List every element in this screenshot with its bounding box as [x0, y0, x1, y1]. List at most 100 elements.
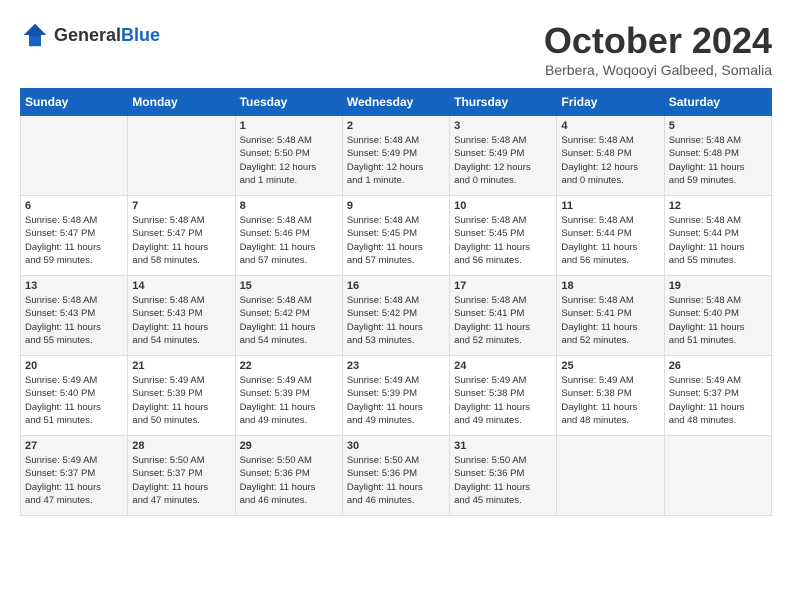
day-info: Sunrise: 5:50 AM Sunset: 5:36 PM Dayligh… [454, 454, 552, 507]
day-info: Sunrise: 5:48 AM Sunset: 5:44 PM Dayligh… [561, 214, 659, 267]
calendar-cell: 17 Sunrise: 5:48 AM Sunset: 5:41 PM Dayli… [450, 276, 557, 356]
calendar-header-row: SundayMondayTuesdayWednesdayThursdayFrid… [21, 89, 772, 116]
calendar-cell: 20 Sunrise: 5:49 AM Sunset: 5:40 PM Dayli… [21, 356, 128, 436]
day-number: 31 [454, 440, 552, 452]
day-info: Sunrise: 5:48 AM Sunset: 5:48 PM Dayligh… [669, 134, 767, 187]
day-number: 26 [669, 360, 767, 372]
calendar-cell: 22 Sunrise: 5:49 AM Sunset: 5:39 PM Dayli… [235, 356, 342, 436]
day-number: 13 [25, 280, 123, 292]
month-title: October 2024 [544, 20, 772, 62]
calendar-cell: 2Sunrise: 5:48 AM Sunset: 5:49 PM Daylig… [342, 116, 449, 196]
day-info: Sunrise: 5:48 AM Sunset: 5:47 PM Dayligh… [132, 214, 230, 267]
day-number: 28 [132, 440, 230, 452]
day-number: 29 [240, 440, 338, 452]
day-info: Sunrise: 5:49 AM Sunset: 5:39 PM Dayligh… [240, 374, 338, 427]
calendar-cell: 9 Sunrise: 5:48 AM Sunset: 5:45 PM Daylig… [342, 196, 449, 276]
logo: GeneralBlue [20, 20, 160, 50]
calendar-cell: 24Sunrise: 5:49 AM Sunset: 5:38 PM Dayli… [450, 356, 557, 436]
day-number: 7 [132, 200, 230, 212]
calendar-cell: 26 Sunrise: 5:49 AM Sunset: 5:37 PM Dayli… [664, 356, 771, 436]
calendar-cell: 7 Sunrise: 5:48 AM Sunset: 5:47 PM Daylig… [128, 196, 235, 276]
calendar-cell: 5 Sunrise: 5:48 AM Sunset: 5:48 PM Daylig… [664, 116, 771, 196]
day-info: Sunrise: 5:48 AM Sunset: 5:45 PM Dayligh… [347, 214, 445, 267]
calendar-cell: 12 Sunrise: 5:48 AM Sunset: 5:44 PM Dayli… [664, 196, 771, 276]
calendar-cell: 18 Sunrise: 5:48 AM Sunset: 5:41 PM Dayli… [557, 276, 664, 356]
calendar-cell: 21 Sunrise: 5:49 AM Sunset: 5:39 PM Dayli… [128, 356, 235, 436]
day-number: 22 [240, 360, 338, 372]
day-number: 11 [561, 200, 659, 212]
calendar-cell [664, 436, 771, 516]
calendar-cell: 1 Sunrise: 5:48 AM Sunset: 5:50 PM Daylig… [235, 116, 342, 196]
calendar-cell: 6Sunrise: 5:48 AM Sunset: 5:47 PM Daylig… [21, 196, 128, 276]
day-info: Sunrise: 5:48 AM Sunset: 5:40 PM Dayligh… [669, 294, 767, 347]
day-info: Sunrise: 5:48 AM Sunset: 5:49 PM Dayligh… [454, 134, 552, 187]
day-info: Sunrise: 5:48 AM Sunset: 5:42 PM Dayligh… [347, 294, 445, 347]
day-info: Sunrise: 5:49 AM Sunset: 5:37 PM Dayligh… [669, 374, 767, 427]
day-info: Sunrise: 5:48 AM Sunset: 5:47 PM Dayligh… [25, 214, 123, 267]
header-saturday: Saturday [664, 89, 771, 116]
week-row-2: 13 Sunrise: 5:48 AM Sunset: 5:43 PM Dayli… [21, 276, 772, 356]
calendar-cell: 29 Sunrise: 5:50 AM Sunset: 5:36 PM Dayli… [235, 436, 342, 516]
day-number: 20 [25, 360, 123, 372]
header-wednesday: Wednesday [342, 89, 449, 116]
calendar-cell: 14Sunrise: 5:48 AM Sunset: 5:43 PM Dayli… [128, 276, 235, 356]
day-number: 9 [347, 200, 445, 212]
logo-blue: Blue [121, 25, 160, 45]
week-row-3: 20 Sunrise: 5:49 AM Sunset: 5:40 PM Dayli… [21, 356, 772, 436]
calendar-cell: 8Sunrise: 5:48 AM Sunset: 5:46 PM Daylig… [235, 196, 342, 276]
day-number: 19 [669, 280, 767, 292]
day-number: 1 [240, 120, 338, 132]
day-number: 24 [454, 360, 552, 372]
day-number: 16 [347, 280, 445, 292]
calendar-cell: 27 Sunrise: 5:49 AM Sunset: 5:37 PM Dayli… [21, 436, 128, 516]
day-info: Sunrise: 5:50 AM Sunset: 5:36 PM Dayligh… [347, 454, 445, 507]
day-info: Sunrise: 5:48 AM Sunset: 5:42 PM Dayligh… [240, 294, 338, 347]
header: GeneralBlue October 2024 Berbera, Woqooy… [20, 20, 772, 78]
calendar-cell: 4 Sunrise: 5:48 AM Sunset: 5:48 PM Daylig… [557, 116, 664, 196]
day-info: Sunrise: 5:48 AM Sunset: 5:41 PM Dayligh… [561, 294, 659, 347]
day-number: 12 [669, 200, 767, 212]
day-info: Sunrise: 5:49 AM Sunset: 5:39 PM Dayligh… [132, 374, 230, 427]
day-info: Sunrise: 5:49 AM Sunset: 5:39 PM Dayligh… [347, 374, 445, 427]
day-info: Sunrise: 5:49 AM Sunset: 5:37 PM Dayligh… [25, 454, 123, 507]
day-info: Sunrise: 5:48 AM Sunset: 5:44 PM Dayligh… [669, 214, 767, 267]
day-number: 18 [561, 280, 659, 292]
logo-general: General [54, 25, 121, 45]
calendar-cell [557, 436, 664, 516]
day-number: 21 [132, 360, 230, 372]
day-info: Sunrise: 5:48 AM Sunset: 5:49 PM Dayligh… [347, 134, 445, 187]
day-number: 17 [454, 280, 552, 292]
day-number: 27 [25, 440, 123, 452]
day-info: Sunrise: 5:48 AM Sunset: 5:50 PM Dayligh… [240, 134, 338, 187]
calendar-cell: 31 Sunrise: 5:50 AM Sunset: 5:36 PM Dayli… [450, 436, 557, 516]
location-title: Berbera, Woqooyi Galbeed, Somalia [544, 62, 772, 78]
day-info: Sunrise: 5:48 AM Sunset: 5:43 PM Dayligh… [25, 294, 123, 347]
calendar-cell: 25 Sunrise: 5:49 AM Sunset: 5:38 PM Dayli… [557, 356, 664, 436]
day-info: Sunrise: 5:49 AM Sunset: 5:40 PM Dayligh… [25, 374, 123, 427]
day-info: Sunrise: 5:48 AM Sunset: 5:41 PM Dayligh… [454, 294, 552, 347]
day-number: 4 [561, 120, 659, 132]
day-number: 3 [454, 120, 552, 132]
day-number: 5 [669, 120, 767, 132]
day-info: Sunrise: 5:49 AM Sunset: 5:38 PM Dayligh… [561, 374, 659, 427]
day-info: Sunrise: 5:48 AM Sunset: 5:46 PM Dayligh… [240, 214, 338, 267]
header-tuesday: Tuesday [235, 89, 342, 116]
calendar-cell: 30Sunrise: 5:50 AM Sunset: 5:36 PM Dayli… [342, 436, 449, 516]
header-friday: Friday [557, 89, 664, 116]
week-row-0: 1 Sunrise: 5:48 AM Sunset: 5:50 PM Daylig… [21, 116, 772, 196]
day-number: 25 [561, 360, 659, 372]
title-area: October 2024 Berbera, Woqooyi Galbeed, S… [544, 20, 772, 78]
week-row-1: 6Sunrise: 5:48 AM Sunset: 5:47 PM Daylig… [21, 196, 772, 276]
day-info: Sunrise: 5:50 AM Sunset: 5:36 PM Dayligh… [240, 454, 338, 507]
day-info: Sunrise: 5:48 AM Sunset: 5:43 PM Dayligh… [132, 294, 230, 347]
day-info: Sunrise: 5:48 AM Sunset: 5:48 PM Dayligh… [561, 134, 659, 187]
day-number: 23 [347, 360, 445, 372]
header-sunday: Sunday [21, 89, 128, 116]
header-monday: Monday [128, 89, 235, 116]
calendar-table: SundayMondayTuesdayWednesdayThursdayFrid… [20, 88, 772, 516]
calendar-cell [128, 116, 235, 196]
calendar-cell [21, 116, 128, 196]
calendar-cell: 19 Sunrise: 5:48 AM Sunset: 5:40 PM Dayli… [664, 276, 771, 356]
calendar-cell: 11 Sunrise: 5:48 AM Sunset: 5:44 PM Dayli… [557, 196, 664, 276]
calendar-cell: 13 Sunrise: 5:48 AM Sunset: 5:43 PM Dayli… [21, 276, 128, 356]
